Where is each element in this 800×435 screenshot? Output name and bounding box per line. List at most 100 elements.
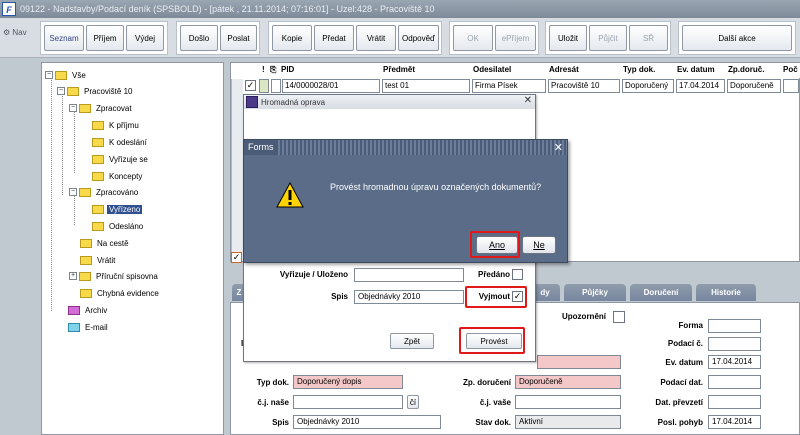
typ-dok-field[interactable]: Doporučený dopis: [293, 375, 403, 389]
col-zp-doruc[interactable]: Zp.doruč.: [728, 65, 764, 74]
expand-icon[interactable]: +: [69, 272, 77, 280]
vyrizuje-label: Vyřizuje / Uloženo: [279, 270, 348, 279]
odpoved-button[interactable]: Odpověď: [398, 25, 439, 51]
row-attachment: [271, 79, 281, 93]
tree-item-prirucni-spisovna[interactable]: + Příruční spisovna: [69, 269, 160, 283]
row-checkbox[interactable]: ✓: [245, 80, 256, 91]
tree-label: Archiv: [85, 305, 108, 315]
tree-item-zpracovat[interactable]: − Zpracovat: [69, 101, 134, 115]
tree-label: Vyřízeno: [107, 204, 143, 214]
close-icon[interactable]: ✕: [524, 95, 532, 106]
tree-item-k-prijmu[interactable]: K příjmu: [92, 118, 141, 132]
kopie-button[interactable]: Kopie: [272, 25, 312, 51]
predano-checkbox[interactable]: [512, 269, 523, 280]
tab-pujcky[interactable]: Půjčky: [564, 284, 626, 301]
tree-label: Pracoviště 10: [84, 86, 133, 96]
collapse-icon[interactable]: −: [45, 71, 53, 79]
forma-field[interactable]: [708, 319, 761, 333]
zpet-button[interactable]: Zpět: [390, 333, 434, 349]
predat-button[interactable]: Předat: [314, 25, 354, 51]
vyjmout-highlight: [465, 286, 527, 308]
ok-button[interactable]: OK: [453, 25, 493, 51]
zp-doruceni-label: Zp. doručení: [463, 378, 511, 387]
tree-item-odeslano[interactable]: Odesláno: [92, 219, 145, 233]
cell-predmet: test 01: [382, 79, 470, 93]
hromadna-title: Hromadná oprava: [261, 97, 326, 107]
toolbar-group-1: Seznam Příjem Výdej: [40, 21, 168, 55]
cell-poc: [783, 79, 799, 93]
vydej-button[interactable]: Výdej: [126, 25, 164, 51]
posl-pohyb-field[interactable]: 17.04.2014: [708, 415, 761, 429]
podaci-c-field[interactable]: [708, 337, 761, 351]
col-predmet[interactable]: Předmět: [383, 65, 415, 74]
collapse-icon[interactable]: −: [69, 104, 77, 112]
spis-field[interactable]: Objednávky 2010: [354, 290, 464, 304]
podaci-dat-field[interactable]: [708, 375, 761, 389]
seznam-button[interactable]: Seznam: [44, 25, 84, 51]
tab-doruceni[interactable]: Doručení: [630, 284, 692, 301]
zp-doruceni-field[interactable]: Doporučeně: [515, 375, 621, 389]
collapse-icon[interactable]: −: [69, 188, 77, 196]
email-folder-icon: [68, 322, 80, 332]
col-typ-dok[interactable]: Typ dok.: [623, 65, 655, 74]
posl-pohyb-label: Posl. pohyb: [657, 418, 703, 427]
cj-lookup-button[interactable]: čí: [407, 395, 419, 409]
cell-typ-dok: Doporučený: [622, 79, 674, 93]
forms-title: Forms: [244, 140, 278, 155]
forms-message: Provést hromadnou úpravu označených doku…: [330, 182, 542, 192]
cj-nase-field[interactable]: [293, 395, 403, 409]
tab-historie[interactable]: Historie: [696, 284, 756, 301]
prijem-button[interactable]: Příjem: [86, 25, 124, 51]
pink-field[interactable]: [537, 355, 621, 369]
tree-label: K příjmu: [109, 120, 139, 130]
dalsi-akce-button[interactable]: Další akce: [682, 25, 792, 51]
tree-item-pracoviste[interactable]: − Pracoviště 10: [57, 84, 134, 98]
col-pid[interactable]: PID: [281, 65, 294, 74]
tree-item-vratit[interactable]: Vrátit: [80, 253, 117, 267]
close-icon[interactable]: ✕: [554, 141, 563, 154]
col-ev-datum[interactable]: Ev. datum: [677, 65, 715, 74]
tree-item-email[interactable]: E-mail: [68, 320, 110, 334]
ne-button[interactable]: Ne: [522, 236, 556, 254]
vratit-button[interactable]: Vrátit: [356, 25, 396, 51]
ev-datum-field[interactable]: 17.04.2014: [708, 355, 761, 369]
tree-item-vyrizeno[interactable]: Vyřízeno: [92, 202, 143, 216]
folder-icon: [79, 187, 91, 197]
collapse-icon[interactable]: −: [57, 87, 65, 95]
tree-item-vyrizuje-se[interactable]: Vyřizuje se: [92, 152, 150, 166]
spis-label: Spis: [272, 418, 289, 427]
tree-item-na-ceste[interactable]: Na cestě: [80, 236, 131, 250]
tree-label: K odeslání: [109, 137, 147, 147]
tree-item-zpracovano[interactable]: − Zpracováno: [69, 185, 140, 199]
sr-button[interactable]: SŘ: [629, 25, 668, 51]
tree-label: Koncepty: [109, 171, 143, 181]
tree-item-all[interactable]: − Vše: [45, 68, 88, 82]
tree-label: Zpracovat: [96, 103, 132, 113]
tree-item-koncepty[interactable]: Koncepty: [92, 169, 144, 183]
tree-item-k-odeslani[interactable]: K odeslání: [92, 135, 149, 149]
cell-pid: 14/0000028/01: [282, 79, 380, 93]
stav-dok-field[interactable]: Aktivní: [515, 415, 621, 429]
cj-vase-field[interactable]: [515, 395, 621, 409]
eprijem-button[interactable]: ePříjem: [495, 25, 536, 51]
doslo-button[interactable]: Došlo: [180, 25, 218, 51]
nav-link[interactable]: ⚙ Nav: [3, 28, 27, 37]
table-row[interactable]: ✓ 14/0000028/01 test 01 Firma Písek Prac…: [231, 79, 800, 93]
col-priority[interactable]: !: [262, 65, 265, 74]
folder-icon: [80, 255, 92, 265]
pujcit-button[interactable]: Půjčit: [589, 25, 627, 51]
col-poc[interactable]: Poč: [783, 65, 798, 74]
grid-scrollbar[interactable]: [231, 79, 243, 261]
tree-item-chybna-evidence[interactable]: Chybná evidence: [80, 286, 161, 300]
tree-label: E-mail: [85, 322, 108, 332]
tree-item-archiv[interactable]: Archiv: [68, 303, 109, 317]
col-odesilatel[interactable]: Odesilatel: [473, 65, 511, 74]
ulozit-button[interactable]: Uložit: [549, 25, 587, 51]
col-adresat[interactable]: Adresát: [549, 65, 579, 74]
select-all-checkbox[interactable]: ✓: [231, 252, 242, 263]
poslat-button[interactable]: Poslat: [220, 25, 257, 51]
spis-field[interactable]: Objednávky 2010: [293, 415, 441, 429]
upozorneni-checkbox[interactable]: [613, 311, 625, 323]
dat-prevzeti-field[interactable]: [708, 395, 761, 409]
vyrizuje-field[interactable]: [354, 268, 464, 282]
